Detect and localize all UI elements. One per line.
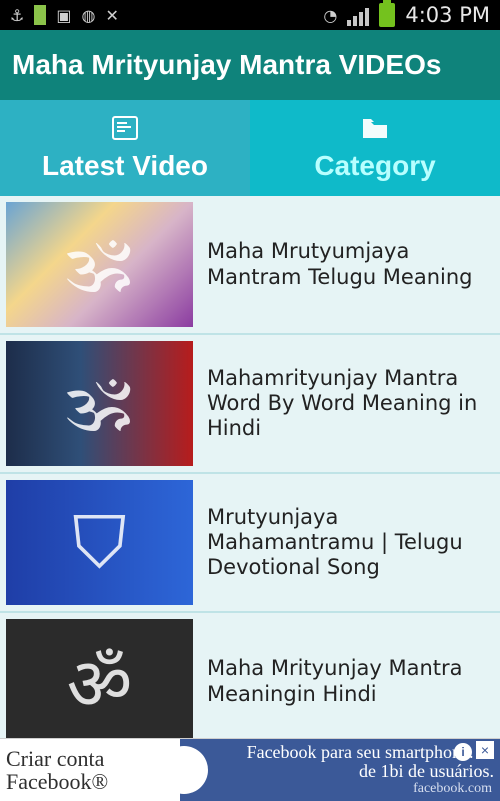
video-title: Mrutyunjaya Mahamantramu | Telugu Devoti…	[207, 504, 463, 580]
video-list-item[interactable]: ⛉ Mrutyunjaya Mahamantramu | Telugu Devo…	[0, 474, 500, 613]
scripture-image: ॐ	[66, 641, 133, 726]
tab-label: Latest Video	[42, 150, 208, 181]
tab-label: Category	[314, 150, 436, 181]
lingam-image: ⛉	[72, 499, 127, 584]
ad-banner[interactable]: Criar conta Facebook® Facebook para seu …	[0, 738, 500, 801]
deity-image: 🕉	[67, 221, 132, 306]
tab-bar: Latest Video Category	[0, 100, 500, 196]
video-title: Maha Mrityunjay Mantra Meaningin Hindi	[207, 656, 463, 706]
usb-icon: ⚓	[10, 5, 25, 25]
signal-icon	[347, 4, 370, 26]
video-thumbnail[interactable]: 🕉	[6, 202, 193, 327]
video-title: Mahamrityunjay Mantra Word By Word Meani…	[207, 365, 478, 441]
ad-circle-icon	[160, 746, 208, 794]
sync-icon: ✕	[105, 5, 119, 25]
wifi-icon: ◔	[323, 5, 338, 25]
sd-card-icon: ▣	[56, 5, 72, 25]
ad-left-line1: Criar conta	[6, 745, 105, 771]
video-thumbnail[interactable]: 🕉	[6, 341, 193, 466]
deity-image: 🕉	[67, 360, 132, 445]
app-title: Maha Mrityunjay Mantra VIDEOs	[12, 49, 442, 80]
ad-left[interactable]: Criar conta Facebook®	[0, 739, 180, 801]
ad-close-icon[interactable]: ×	[476, 741, 494, 759]
video-list-item[interactable]: ॐ Maha Mrityunjay Mantra Meaningin Hindi	[0, 613, 500, 752]
app-icon: ◍	[81, 5, 96, 25]
video-list-item[interactable]: 🕉 Maha Mrutyumjaya Mantram Telugu Meanin…	[0, 196, 500, 335]
video-list: 🕉 Maha Mrutyumjaya Mantram Telugu Meanin…	[0, 196, 500, 752]
battery-small-icon	[34, 5, 47, 25]
list-icon	[111, 114, 139, 142]
ad-source: facebook.com	[413, 781, 492, 796]
video-thumbnail[interactable]: ॐ	[6, 619, 193, 744]
status-time: 4:03 PM	[405, 3, 490, 27]
app-bar: Maha Mrityunjay Mantra VIDEOs	[0, 30, 500, 100]
video-title: Maha Mrutyumjaya Mantram Telugu Meaning	[207, 239, 473, 289]
tab-latest-video[interactable]: Latest Video	[0, 100, 250, 196]
folder-icon	[361, 114, 389, 142]
ad-text-line2: de 1bi de usuários.	[359, 760, 494, 781]
status-bar: ⚓ ▣ ◍ ✕ ◔ 4:03 PM	[0, 0, 500, 30]
ad-left-line2: Facebook®	[6, 769, 109, 794]
ad-right[interactable]: Facebook para seu smartphone. M de 1bi d…	[160, 739, 500, 801]
video-list-item[interactable]: 🕉 Mahamrityunjay Mantra Word By Word Mea…	[0, 335, 500, 474]
video-thumbnail[interactable]: ⛉	[6, 480, 193, 605]
ad-info-icon[interactable]: i	[454, 743, 472, 761]
tab-category[interactable]: Category	[250, 100, 500, 196]
battery-icon	[379, 0, 396, 27]
